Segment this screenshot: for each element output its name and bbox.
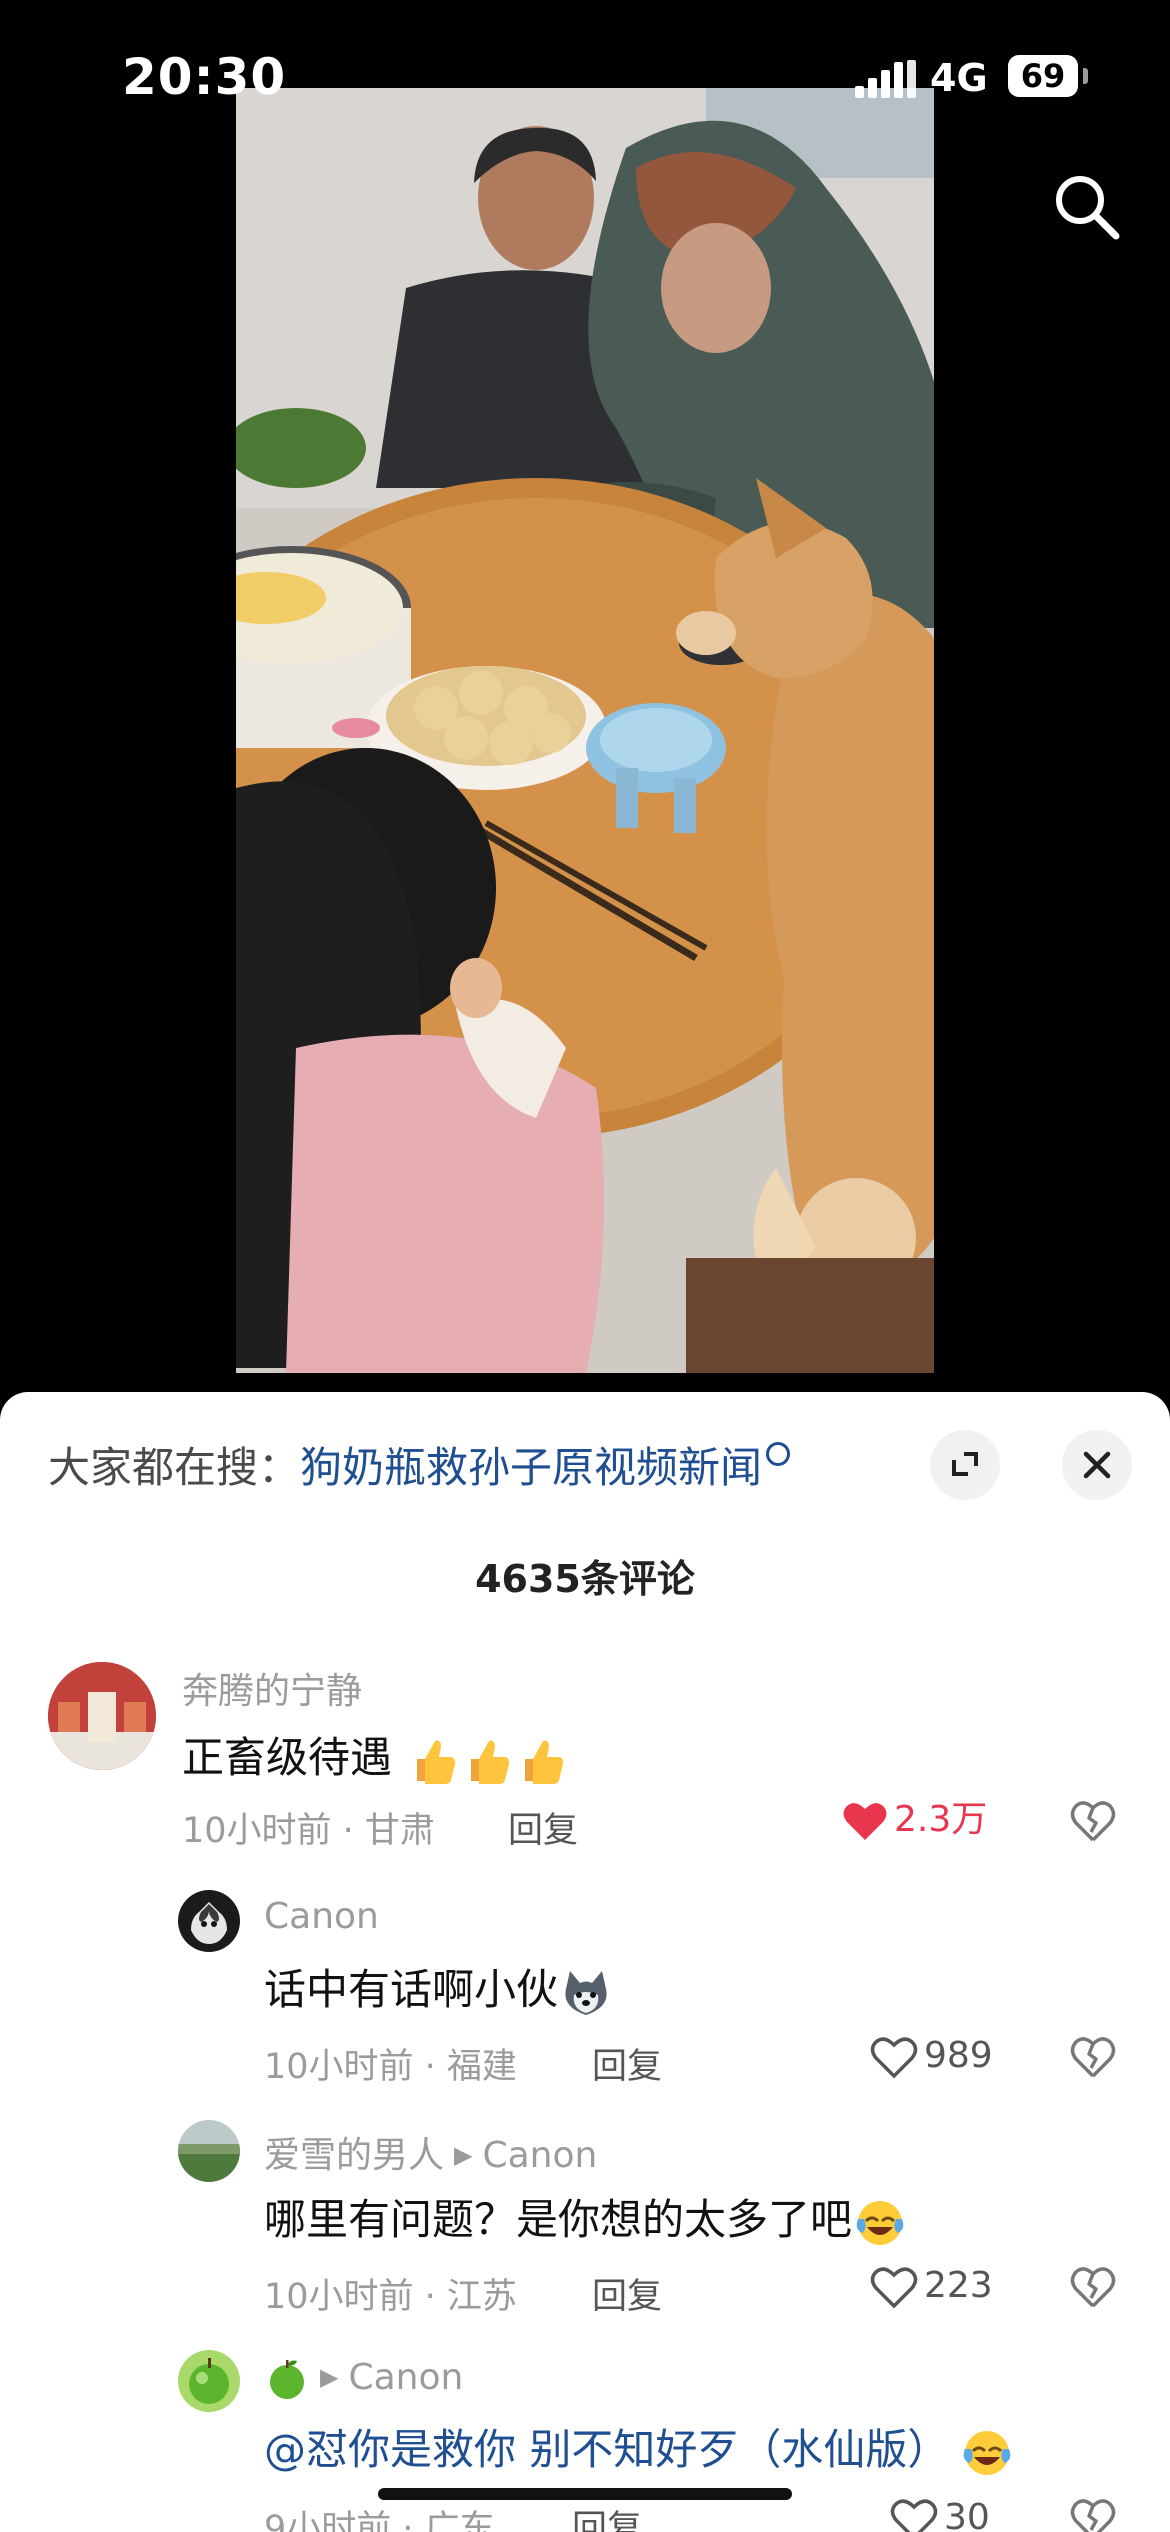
reply-button[interactable]: 回复	[592, 2038, 662, 2089]
thumbs-up-emoji	[417, 1740, 456, 1784]
comment-text: 正畜级待遇	[182, 1724, 567, 1787]
green-apple-emoji[interactable]	[264, 2356, 310, 2402]
like-button[interactable]: 223	[870, 2262, 993, 2310]
heart-icon	[890, 2499, 938, 2532]
heart-icon	[843, 1803, 887, 1840]
signal-icon	[855, 60, 917, 98]
avatar[interactable]	[178, 2350, 240, 2412]
hot-search-query[interactable]: 狗奶瓶救孙子原视频新闻	[300, 1443, 762, 1492]
network-label: 4G	[930, 56, 988, 100]
small-search-icon	[766, 1442, 791, 1466]
thumbs-up-emoji	[471, 1740, 510, 1784]
like-count: 989	[924, 2035, 993, 2076]
comment-time-location: 9小时前 · 广东	[264, 2509, 495, 2532]
comment-username[interactable]: 奔腾的宁静	[182, 1662, 362, 1714]
laugh-cry-emoji	[856, 2200, 904, 2245]
close-icon	[1083, 1451, 1111, 1479]
heart-icon	[870, 2267, 918, 2309]
reply-to-username[interactable]: Canon	[348, 2357, 463, 2398]
avatar[interactable]	[178, 2120, 240, 2182]
avatar[interactable]	[178, 1890, 240, 1952]
comment-text-body: 话中有话啊小伙	[264, 1965, 559, 2014]
username[interactable]: 爱雪的男人	[264, 2135, 444, 2176]
like-count: 2.3万	[894, 1799, 988, 1840]
expand-icon	[952, 1452, 978, 1476]
comment-text: @怼你是救你 别不知好歹（水仙版）	[264, 2416, 1013, 2479]
reply-arrow-icon: ▶	[454, 2141, 473, 2169]
comment-username[interactable]: Canon	[264, 1896, 379, 1937]
husky-emoji	[565, 1970, 607, 2015]
comment-mention-text[interactable]: @怼你是救你 别不知好歹（水仙版）	[264, 2425, 949, 2474]
like-button[interactable]: 2.3万	[842, 1796, 987, 1844]
comment-time-location: 10小时前 · 江苏	[264, 2277, 517, 2317]
heart-icon	[870, 2037, 918, 2079]
comment-text-body: 哪里有问题？是你想的太多了吧	[264, 2195, 853, 2244]
comment-text: 话中有话啊小伙	[264, 1956, 612, 2019]
search-icon[interactable]	[1050, 170, 1122, 242]
like-button[interactable]: 30	[890, 2494, 990, 2532]
comment-time-location: 10小时前 · 福建	[264, 2047, 517, 2087]
broken-heart-icon[interactable]	[1070, 2496, 1116, 2532]
comment-text-body: 正畜级待遇	[182, 1733, 393, 1782]
video-frame	[236, 88, 934, 1373]
reply-to-username[interactable]: Canon	[482, 2135, 597, 2176]
reply-button[interactable]: 回复	[508, 1802, 578, 1853]
video-player[interactable]	[236, 88, 934, 1373]
laugh-cry-emoji	[964, 2430, 1011, 2475]
hot-search-prefix: 大家都在搜：	[48, 1443, 301, 1492]
reply-button[interactable]: 回复	[572, 2500, 642, 2532]
comment-username: 爱雪的男人 ▶ Canon	[264, 2126, 597, 2178]
reply-button[interactable]: 回复	[592, 2268, 662, 2319]
broken-heart-icon[interactable]	[1070, 1798, 1116, 1844]
comment-time-location: 10小时前 · 甘肃	[182, 1811, 435, 1851]
home-indicator[interactable]	[378, 2488, 792, 2500]
comment-username: ▶ Canon	[264, 2356, 463, 2402]
avatar[interactable]	[48, 1662, 156, 1770]
status-time: 20:30	[122, 48, 287, 106]
battery-icon: 69	[1008, 55, 1078, 97]
hot-search-bar[interactable]: 大家都在搜：狗奶瓶救孙子原视频新闻	[48, 1434, 791, 1495]
reply-arrow-icon: ▶	[320, 2363, 339, 2391]
close-button[interactable]	[1062, 1430, 1132, 1500]
thumbs-up-emoji	[525, 1740, 564, 1784]
like-button[interactable]: 989	[870, 2032, 993, 2080]
battery-cap	[1083, 68, 1088, 84]
status-bar: 20:30 4G 69	[0, 0, 1170, 150]
comment-count: 4635条评论	[475, 1557, 695, 1601]
broken-heart-icon[interactable]	[1070, 2264, 1116, 2310]
broken-heart-icon[interactable]	[1070, 2034, 1116, 2080]
expand-button[interactable]	[930, 1430, 1000, 1500]
comments-sheet: 大家都在搜：狗奶瓶救孙子原视频新闻 4635条评论 奔腾的宁静 正畜级待遇 10…	[0, 1392, 1170, 2532]
comment-text: 哪里有问题？是你想的太多了吧	[264, 2186, 906, 2249]
like-count: 223	[924, 2265, 993, 2306]
like-count: 30	[944, 2497, 990, 2532]
